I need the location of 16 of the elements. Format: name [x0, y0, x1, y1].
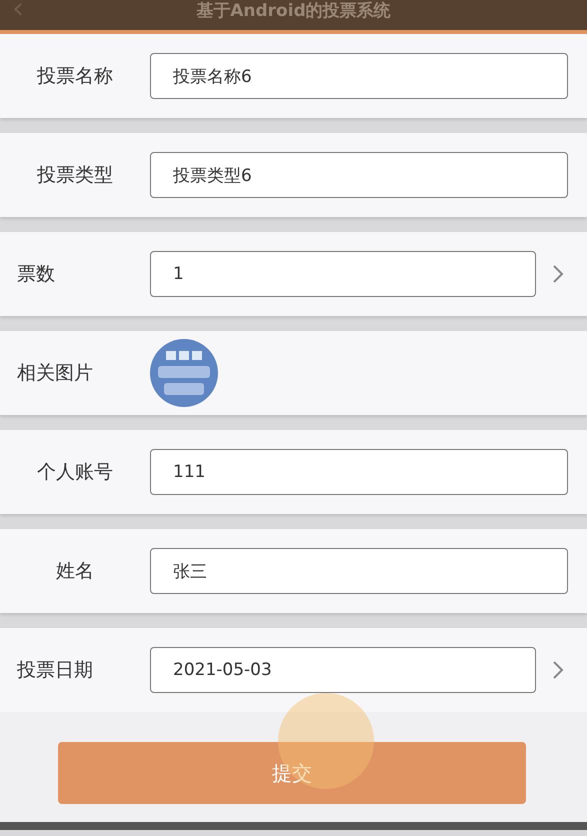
field-label: 票数 [16, 262, 56, 287]
input-field[interactable]: 111 [150, 449, 568, 495]
chevron-right-icon[interactable] [552, 660, 564, 680]
input-field[interactable]: 投票名称6 [150, 53, 568, 99]
field-label: 个人账号 [36, 460, 114, 485]
field-label: 相关图片 [16, 360, 94, 386]
input-field[interactable]: 2021-05-03 [150, 647, 536, 693]
input-field[interactable]: 投票类型6 [150, 152, 568, 198]
field-label: 姓名 [55, 558, 95, 584]
input-field[interactable]: 张三 [150, 548, 568, 594]
field-label: 投票类型 [36, 162, 114, 188]
field-label: 投票名称 [36, 64, 114, 89]
field-label: 投票日期 [16, 658, 94, 683]
chevron-right-icon[interactable] [552, 264, 564, 284]
app-title: 基于Android的投票系统 [196, 0, 391, 22]
input-field[interactable]: 1 [150, 251, 536, 297]
